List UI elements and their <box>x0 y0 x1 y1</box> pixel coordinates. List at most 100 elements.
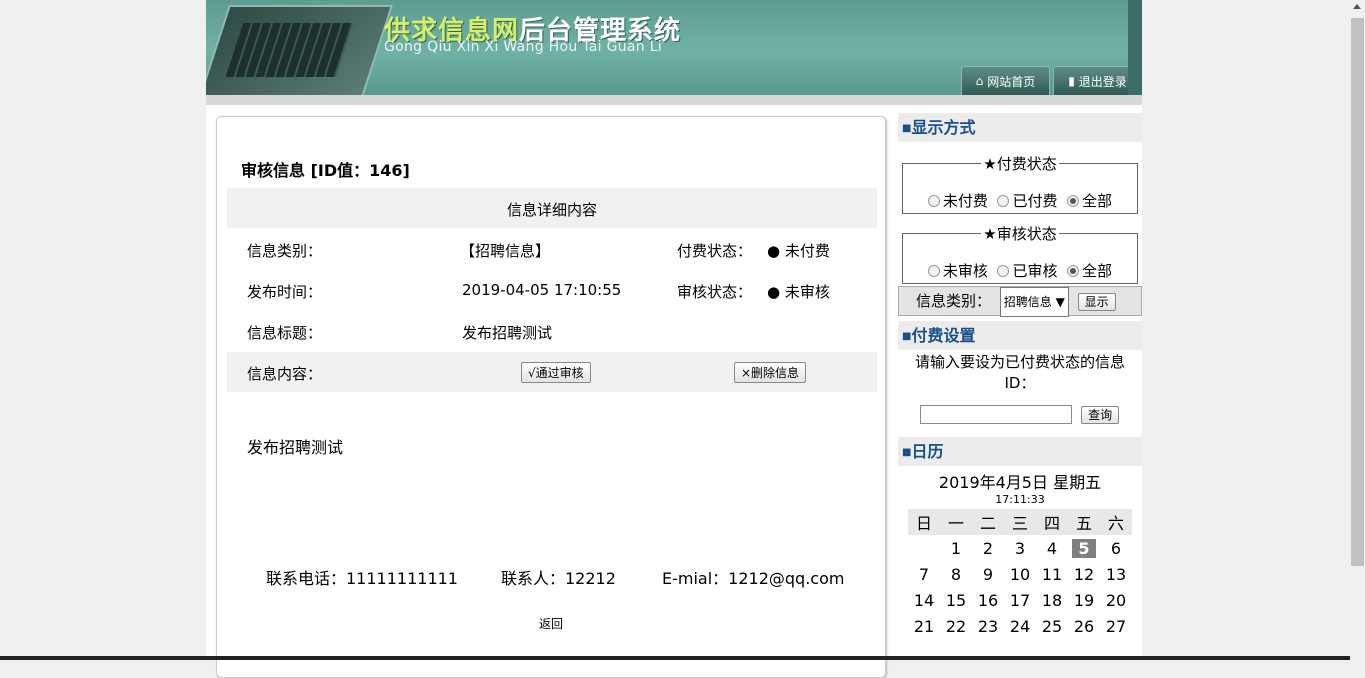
calendar-day[interactable]: 24 <box>1004 613 1036 639</box>
category-value: 【招聘信息】 <box>460 242 551 260</box>
audit-status-filter: ★审核状态 未审核 已审核 全部 <box>902 223 1138 284</box>
display-mode-heading-text: 显示方式 <box>911 118 976 137</box>
taskbar-edge <box>0 656 1350 660</box>
header-divider <box>206 95 1142 105</box>
audit-radio-unaudited[interactable]: 未审核 <box>927 262 988 280</box>
pay-setting-form: 查询 <box>898 404 1142 424</box>
audit-option-label: 已审核 <box>1012 262 1058 280</box>
calendar-heading: ■日历 <box>898 437 1142 466</box>
calendar-time: 17:11:33 <box>995 493 1045 506</box>
dropdown-arrow-icon: ▼ <box>1055 295 1065 309</box>
home-button[interactable]: ⌂ 网站首页 <box>961 66 1050 95</box>
calendar-day[interactable]: 4 <box>1036 535 1068 561</box>
calendar-today-label: 5 <box>1072 538 1096 558</box>
calendar-day[interactable]: 9 <box>972 561 1004 587</box>
publish-time-value: 2019-04-05 17:10:55 <box>462 281 622 299</box>
calendar-day[interactable]: 13 <box>1100 561 1132 587</box>
top-nav: ⌂ 网站首页 ▮ 退出登录 <box>961 66 1142 95</box>
query-button[interactable]: 查询 <box>1081 406 1120 424</box>
publish-time-row: 发布时间： 2019-04-05 17:10:55 审核状态： ● 未审核 <box>227 270 877 310</box>
calendar-weekday: 二 <box>972 509 1004 535</box>
scrollbar-thumb[interactable] <box>1351 18 1364 566</box>
audit-status-legend: ★审核状态 <box>983 225 1057 243</box>
category-select[interactable]: 招聘信息 ▼ <box>999 287 1069 317</box>
audit-option-label: 未审核 <box>942 262 988 280</box>
calendar-day[interactable]: 22 <box>940 613 972 639</box>
calendar-day[interactable]: 8 <box>940 561 972 587</box>
calendar-week-row: 21 22 23 24 25 26 27 <box>908 613 1132 639</box>
home-icon: ⌂ <box>975 74 984 88</box>
pay-radio-unpaid[interactable]: 未付费 <box>927 192 988 210</box>
calendar-week-row: 14 15 16 17 18 19 20 <box>908 587 1132 613</box>
calendar-day[interactable]: 14 <box>908 587 940 613</box>
laptop-image <box>206 5 393 95</box>
calendar-day[interactable]: 21 <box>908 613 940 639</box>
pay-status-label: 付费状态： <box>677 242 753 260</box>
calendar-day[interactable]: 27 <box>1100 613 1132 639</box>
info-id-input[interactable] <box>920 405 1072 424</box>
calendar-day[interactable]: 12 <box>1068 561 1100 587</box>
calendar-day[interactable]: 3 <box>1004 535 1036 561</box>
back-link[interactable]: 返回 <box>217 615 885 632</box>
audit-status-label: 审核状态： <box>677 283 753 301</box>
calendar-day[interactable]: 1 <box>940 535 972 561</box>
calendar-day[interactable]: 18 <box>1036 587 1068 613</box>
calendar-day[interactable]: 15 <box>940 587 972 613</box>
calendar-heading-text: 日历 <box>911 442 944 461</box>
audit-option-label: 全部 <box>1082 262 1113 280</box>
calendar-day[interactable]: 2 <box>972 535 1004 561</box>
radio-icon <box>997 195 1010 207</box>
section-title-row: 信息详细内容 <box>227 188 877 228</box>
pay-radio-paid[interactable]: 已付费 <box>997 192 1058 210</box>
scrollbar[interactable] <box>1350 0 1365 660</box>
calendar-weekday: 日 <box>908 509 940 535</box>
radio-icon <box>927 195 940 207</box>
calendar-day[interactable]: 17 <box>1004 587 1036 613</box>
calendar-day[interactable]: 7 <box>908 561 940 587</box>
show-button[interactable]: 显示 <box>1077 293 1116 311</box>
pay-option-label: 全部 <box>1082 192 1113 210</box>
calendar-week-row: 7 8 9 10 11 12 13 <box>908 561 1132 587</box>
pay-setting-heading: ■付费设置 <box>898 321 1142 350</box>
calendar-weekday-row: 日一二三四五六 <box>908 509 1132 535</box>
calendar-weekday: 三 <box>1004 509 1036 535</box>
calendar-day[interactable]: 25 <box>1036 613 1068 639</box>
detail-panel: 审核信息 [ID值：146] 信息详细内容 信息类别： 【招聘信息】 付费状态：… <box>216 116 886 678</box>
calendar-day[interactable]: 23 <box>972 613 1004 639</box>
calendar-weekday: 五 <box>1068 509 1100 535</box>
audit-radio-all[interactable]: 全部 <box>1067 262 1112 280</box>
header-banner: 供求信息网后台管理系统 Gong Qiu Xin Xi Wang Hou Tai… <box>206 0 1142 95</box>
banner-edge <box>1128 0 1142 95</box>
pay-status-value: ● 未付费 <box>767 242 830 260</box>
info-title-row: 信息标题： 发布招聘测试 <box>227 311 877 351</box>
calendar-day[interactable]: 26 <box>1068 613 1100 639</box>
calendar-day[interactable]: 20 <box>1100 587 1132 613</box>
calendar-day[interactable]: 10 <box>1004 561 1036 587</box>
category-label: 信息类别： <box>247 242 323 260</box>
pay-status-filter: ★付费状态 未付费 已付费 全部 <box>902 153 1138 214</box>
calendar-weekday: 六 <box>1100 509 1132 535</box>
display-mode-heading: ■显示方式 <box>898 113 1142 142</box>
site-title-pinyin: Gong Qiu Xin Xi Wang Hou Tai Guan Li <box>384 39 663 55</box>
pay-status-legend: ★付费状态 <box>983 155 1057 173</box>
pay-option-label: 未付费 <box>942 192 988 210</box>
contact-person: 联系人：12212 <box>501 569 616 588</box>
approve-button[interactable]: √通过审核 <box>521 362 591 383</box>
radio-checked-icon <box>1067 265 1080 277</box>
radio-icon <box>997 265 1010 277</box>
calendar-day-today[interactable]: 5 <box>1068 535 1100 561</box>
delete-button[interactable]: ×删除信息 <box>734 362 807 383</box>
logout-button-label: 退出登录 <box>1078 74 1127 89</box>
sidebar: ■显示方式 ★付费状态 未付费 已付费 全部 ★审核状态 未审核 已审核 全部 … <box>898 113 1142 639</box>
radio-icon <box>927 265 940 277</box>
audit-radio-audited[interactable]: 已审核 <box>997 262 1058 280</box>
calendar-day[interactable]: 19 <box>1068 587 1100 613</box>
publish-time-label: 发布时间： <box>247 283 323 301</box>
info-title-label: 信息标题： <box>247 324 323 342</box>
calendar-day[interactable]: 16 <box>972 587 1004 613</box>
calendar-day[interactable]: 6 <box>1100 535 1132 561</box>
radio-checked-icon <box>1067 195 1080 207</box>
pay-radio-all[interactable]: 全部 <box>1067 192 1112 210</box>
calendar-day[interactable]: 11 <box>1036 561 1068 587</box>
content-body: 发布招聘测试 <box>247 438 344 457</box>
